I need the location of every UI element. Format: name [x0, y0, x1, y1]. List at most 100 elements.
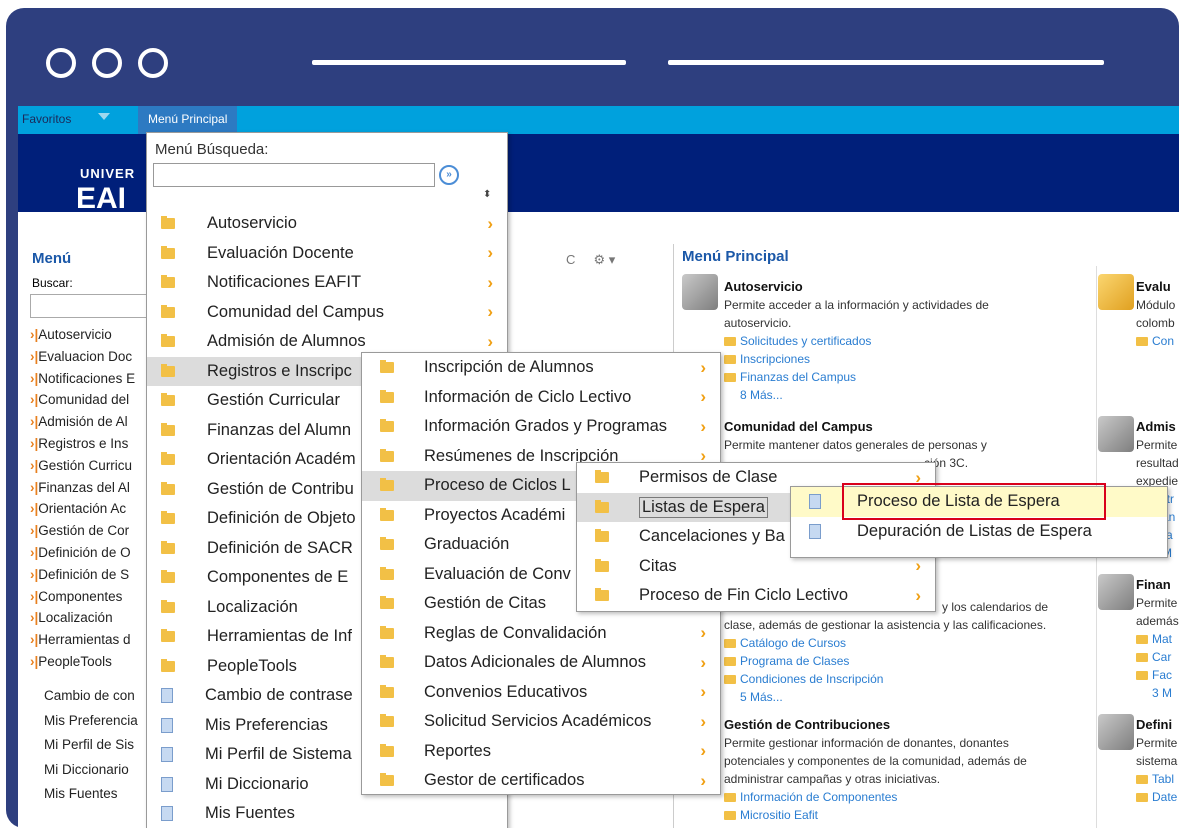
window-dot-icon[interactable]: [138, 48, 168, 78]
menu-item[interactable]: Inscripción de Alumnos ›: [362, 353, 720, 383]
menu-item[interactable]: Mis Fuentes: [147, 799, 507, 828]
menu-item[interactable]: Autoservicio ›: [147, 209, 507, 239]
chevron-right-icon: ›: [700, 387, 706, 407]
left-nav-item[interactable]: Mis Preferencia: [44, 709, 138, 734]
left-nav-item[interactable]: ›|Evaluacion Doc: [30, 346, 135, 368]
menu-search-input[interactable]: [153, 163, 435, 187]
window-dot-icon[interactable]: [92, 48, 122, 78]
menu-item[interactable]: Depuración de Listas de Espera: [791, 517, 1167, 547]
block-title[interactable]: Gestión de Contribuciones: [724, 716, 1027, 734]
block-desc: sistema: [1136, 754, 1178, 768]
block-link[interactable]: Tabl: [1136, 770, 1177, 788]
menu-item[interactable]: Reportes ›: [362, 737, 720, 767]
block-title[interactable]: Comunidad del Campus: [724, 418, 987, 436]
menu-item-label: Graduación: [424, 535, 510, 554]
block-link[interactable]: Finanzas del Campus: [724, 368, 989, 386]
left-nav-item-label: Gestión de Cor: [38, 523, 130, 539]
block-link[interactable]: Micrositio Eafit: [724, 806, 1027, 824]
menu-item[interactable]: Información de Ciclo Lectivo ›: [362, 383, 720, 413]
block-link[interactable]: Fac: [1136, 666, 1179, 684]
left-nav-item[interactable]: ›|Gestión de Cor: [30, 520, 135, 542]
chevron-down-icon[interactable]: [98, 113, 110, 120]
menu-item[interactable]: Notificaciones EAFIT ›: [147, 268, 507, 298]
highlight-box: [842, 483, 1106, 520]
left-nav-item[interactable]: ›|Herramientas d: [30, 629, 135, 651]
left-nav-item[interactable]: Mi Diccionario: [44, 758, 138, 783]
sort-icon[interactable]: ⬍: [483, 189, 491, 200]
folder-icon: [595, 499, 609, 513]
refresh-icon[interactable]: C: [566, 252, 575, 267]
menu-item[interactable]: Proceso de Fin Ciclo Lectivo ›: [577, 581, 935, 611]
block-link[interactable]: Condiciones de Inscripción: [724, 670, 1048, 688]
left-nav-item[interactable]: ›|Admisión de Al: [30, 411, 135, 433]
admission-icon: [1098, 416, 1134, 452]
menu-item-label: Notificaciones EAFIT: [207, 273, 362, 292]
left-nav-item[interactable]: ›|Comunidad del: [30, 389, 135, 411]
folder-icon: [161, 570, 175, 584]
menu-item[interactable]: Solicitud Servicios Académicos ›: [362, 707, 720, 737]
folder-icon: [380, 714, 394, 728]
folder-icon: [161, 481, 175, 495]
block-link[interactable]: Inscripciones: [724, 350, 989, 368]
menu-item[interactable]: Evaluación Docente ›: [147, 239, 507, 269]
left-nav-item[interactable]: ›|Definición de S: [30, 564, 135, 586]
block-title[interactable]: Autoservicio: [724, 278, 989, 296]
more-link[interactable]: 3 M: [1136, 684, 1179, 702]
menu-item-label: Mis Fuentes: [205, 804, 295, 823]
left-nav-item[interactable]: Mis Fuentes: [44, 782, 138, 807]
more-link[interactable]: 5 Más...: [724, 688, 1048, 706]
block-link[interactable]: Catálogo de Cursos: [724, 634, 1048, 652]
left-nav-item[interactable]: Mi Perfil de Sis: [44, 733, 138, 758]
block-link[interactable]: Información de Componentes: [724, 788, 1027, 806]
menu-item[interactable]: Comunidad del Campus ›: [147, 298, 507, 328]
search-go-icon[interactable]: »: [439, 165, 459, 185]
left-nav-item[interactable]: ›|Gestión Curricu: [30, 455, 135, 477]
menu-item[interactable]: Reglas de Convalidación ›: [362, 619, 720, 649]
block-contribuciones: Gestión de Contribuciones Permite gestio…: [724, 716, 1027, 824]
block-link[interactable]: Programa de Clases: [724, 652, 1048, 670]
block-title[interactable]: Finan: [1136, 576, 1179, 594]
block-link[interactable]: Car: [1136, 648, 1179, 666]
left-nav-item[interactable]: ›|Orientación Ac: [30, 498, 135, 520]
more-link[interactable]: 8 Más...: [724, 386, 989, 404]
document-icon: [161, 776, 173, 792]
left-nav-item[interactable]: ›|PeopleTools: [30, 651, 135, 673]
gear-icon[interactable]: ⚙ ▾: [593, 252, 615, 267]
left-nav-item-label: Autoservicio: [38, 327, 112, 342]
left-nav-item[interactable]: ›|Localización: [30, 607, 135, 629]
block-link[interactable]: Con: [1136, 332, 1175, 350]
menu-item[interactable]: Gestor de certificados ›: [362, 766, 720, 796]
menu-item-label: Información Grados y Programas: [424, 417, 668, 436]
search-input[interactable]: [30, 294, 160, 318]
block-link[interactable]: Date: [1136, 788, 1177, 806]
window-dot-icon[interactable]: [46, 48, 76, 78]
block-col2-3: Defini Permite sistema Tabl Date: [1136, 716, 1177, 806]
menu-item-label: Gestión de Contribu: [207, 479, 354, 498]
menu-item-label: Mi Perfil de Sistema: [205, 745, 352, 764]
left-nav-item[interactable]: ›|Autoservicio: [30, 324, 135, 346]
folder-icon: [380, 507, 394, 521]
menu-item-label: Finanzas del Alumn: [207, 420, 351, 439]
left-nav-plain-list: Cambio de con Mis Preferencia Mi Perfil de…: [44, 684, 138, 807]
left-nav-item[interactable]: ›|Notificaciones E: [30, 368, 135, 390]
block-title[interactable]: Admis: [1136, 418, 1179, 436]
left-nav-item[interactable]: ›|Finanzas del Al: [30, 477, 135, 499]
left-nav-item[interactable]: ›|Componentes: [30, 586, 135, 608]
folder-icon: [380, 478, 394, 492]
block-title[interactable]: Evalu: [1136, 278, 1175, 296]
block-desc: además: [1136, 614, 1179, 628]
menu-item-label: PeopleTools: [207, 656, 297, 675]
folder-icon: [161, 452, 175, 466]
block-title[interactable]: Defini: [1136, 716, 1177, 734]
menu-item[interactable]: Datos Adicionales de Alumnos ›: [362, 648, 720, 678]
left-nav-item[interactable]: Cambio de con: [44, 684, 138, 709]
block-link[interactable]: Solicitudes y certificados: [724, 332, 989, 350]
block-link[interactable]: Mat: [1136, 630, 1179, 648]
favorites-menu[interactable]: Favoritos: [22, 112, 71, 126]
left-nav-item[interactable]: ›|Registros e Ins: [30, 433, 135, 455]
main-menu-tab[interactable]: Menú Principal: [138, 106, 238, 134]
block-desc: potenciales y componentes de la comunida…: [724, 754, 1027, 768]
menu-item[interactable]: Información Grados y Programas ›: [362, 412, 720, 442]
left-nav-item[interactable]: ›|Definición de O: [30, 542, 135, 564]
menu-item[interactable]: Convenios Educativos ›: [362, 678, 720, 708]
